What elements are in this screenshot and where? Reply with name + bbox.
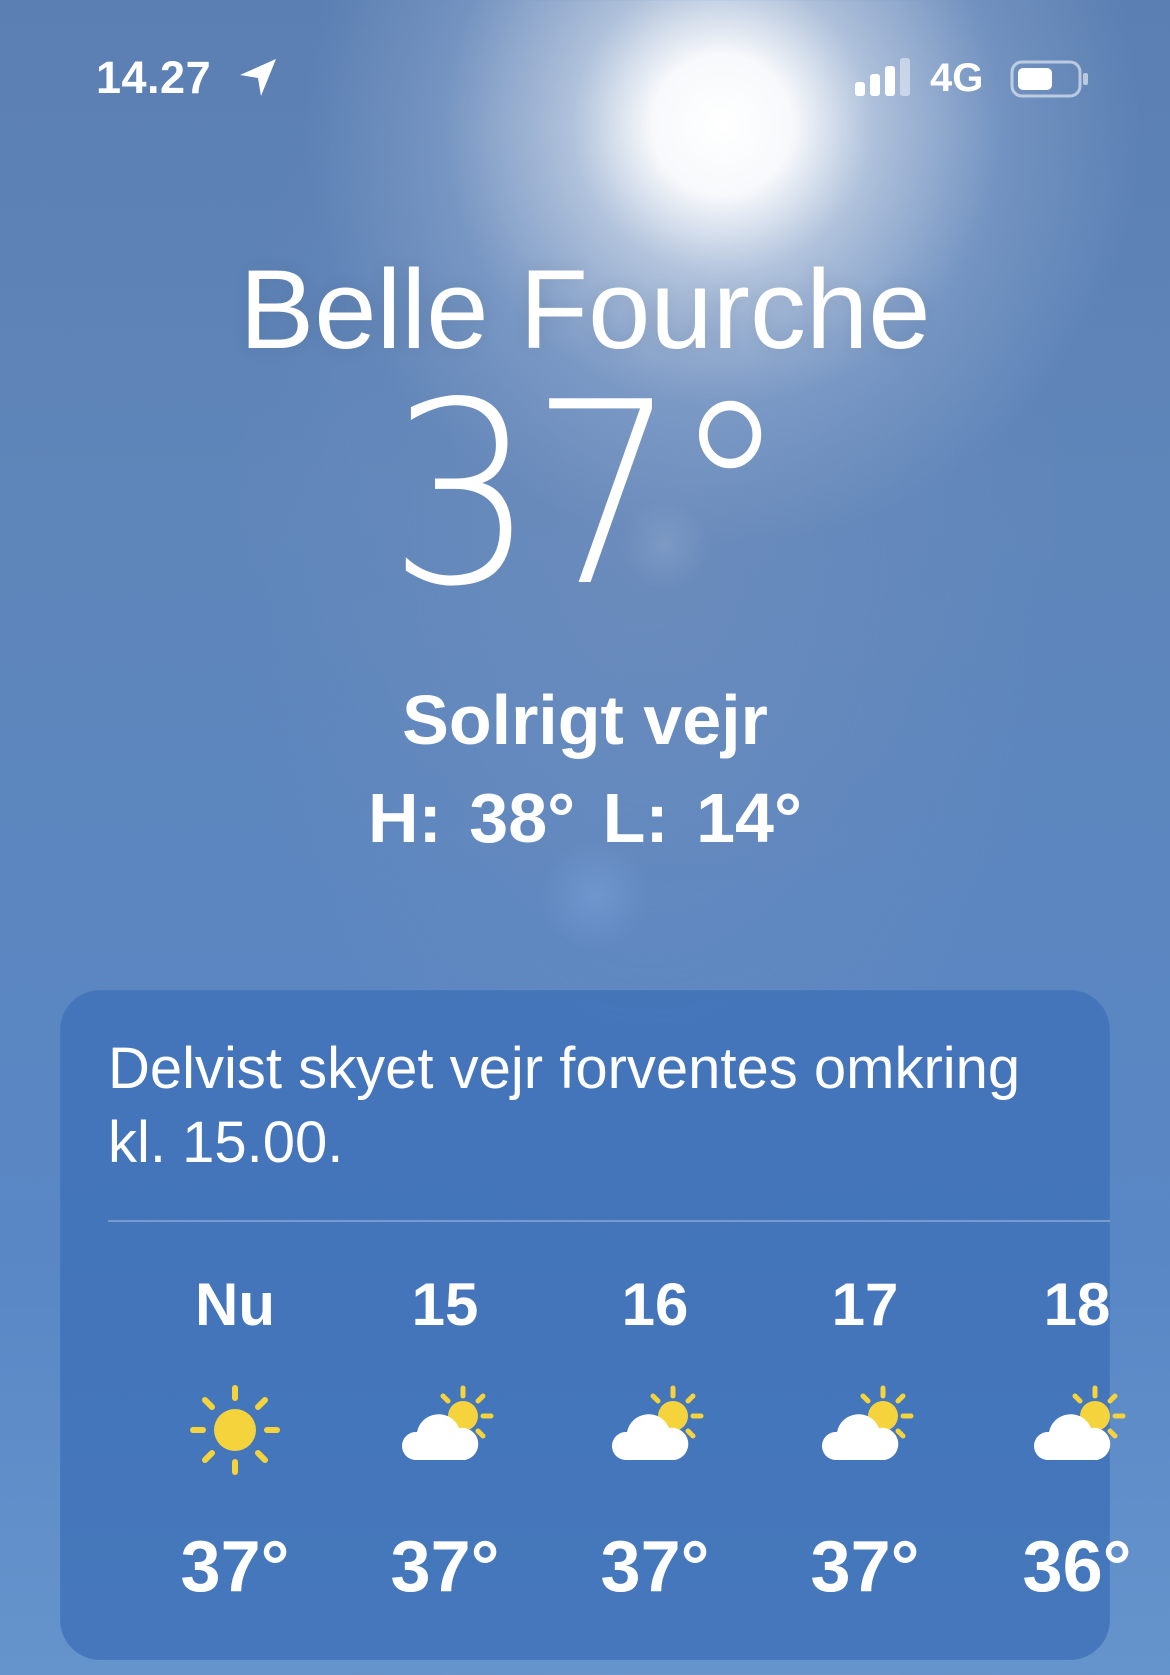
hour-label: 16 [621,1271,689,1338]
location-arrow-icon [240,59,276,96]
partly-cloudy-icon [401,1385,494,1460]
current-temperature: 37° [0,370,1170,622]
hour-item: 16 37° [550,1270,760,1630]
hourly-forecast-card[interactable]: Delvist skyet vejr forventes omkring kl.… [60,990,1132,1660]
hour-label: 17 [831,1271,899,1338]
status-bar: 14.27 4G [0,0,1170,160]
hour-label: 18 [1043,1271,1111,1338]
battery-icon [1010,60,1088,98]
network-type: 4G [930,56,984,100]
cellular-signal-icon [855,58,910,96]
hour-temperature: 37° [180,1527,290,1607]
hour-item: 15 37° [340,1270,550,1630]
status-time: 14.27 [96,52,212,103]
hour-label: 15 [411,1271,479,1338]
weather-condition: Solrigt vejr [402,681,768,759]
hour-temperature: 37° [810,1527,920,1607]
partly-cloudy-icon [821,1385,914,1460]
hour-temperature: 36° [1022,1527,1132,1607]
hour-temperature: 37° [390,1527,500,1607]
hour-item: Nu 37° [130,1270,340,1630]
hour-label: Nu [195,1271,275,1338]
sun-icon [190,1385,280,1475]
hour-temperature: 37° [600,1527,710,1607]
hour-item: 18 36° [972,1270,1170,1630]
hour-item: 17 37° [760,1270,970,1630]
partly-cloudy-icon [1033,1385,1126,1460]
divider [108,1220,1110,1222]
current-temperature-value: 37° [387,349,788,642]
hourly-forecast-list[interactable]: Nu 37° 15 37° 16 37° 17 37° 18 36° [60,1270,1132,1630]
forecast-summary: Delvist skyet vejr forventes omkring kl.… [108,1036,1021,1175]
partly-cloudy-icon [611,1385,704,1460]
high-low-temperature: H: 38° L: 14° [368,779,802,857]
